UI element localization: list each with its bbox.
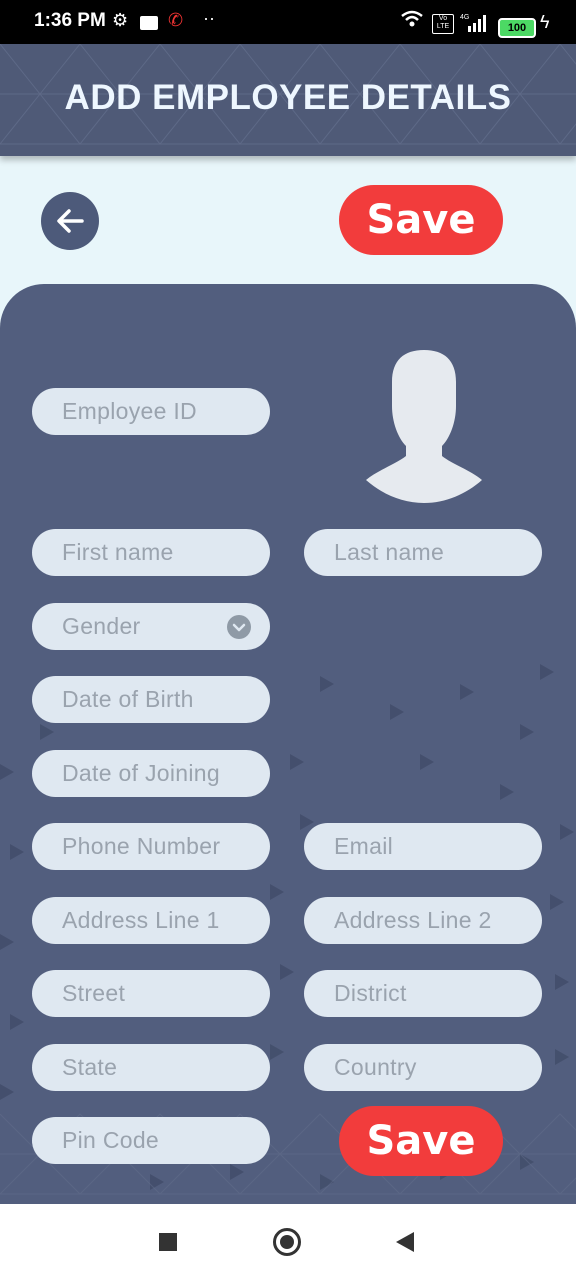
last-name-field[interactable]: Last name	[304, 529, 542, 576]
email-field[interactable]: Email	[304, 823, 542, 870]
home-circle-icon[interactable]	[273, 1228, 301, 1256]
app-header: ADD EMPLOYEE DETAILS	[0, 44, 576, 156]
district-field[interactable]: District	[304, 970, 542, 1017]
save-button-bottom[interactable]: Save	[339, 1106, 503, 1176]
more-dots-icon: ··	[203, 8, 215, 28]
country-field[interactable]: Country	[304, 1044, 542, 1091]
arrow-left-icon	[57, 209, 84, 233]
chevron-down-icon	[227, 615, 251, 639]
employee-id-field[interactable]: Employee ID	[32, 388, 270, 435]
first-name-field[interactable]: First name	[32, 529, 270, 576]
missed-call-icon: ✆	[168, 10, 184, 30]
signal-icon: 4G	[460, 12, 490, 39]
page-title: ADD EMPLOYEE DETAILS	[64, 78, 512, 117]
status-time: 1:36 PM	[34, 10, 106, 31]
gender-select[interactable]: Gender	[32, 603, 270, 650]
status-bar: 1:36 PM ⚙ ✆ ·· Vo LTE 4G 100 ϟ	[0, 0, 576, 44]
wifi-icon	[400, 9, 424, 34]
date-of-birth-field[interactable]: Date of Birth	[32, 676, 270, 723]
street-field[interactable]: Street	[32, 970, 270, 1017]
svg-text:4G: 4G	[460, 14, 469, 21]
recents-square-icon[interactable]	[159, 1233, 177, 1251]
battery-icon: 100	[498, 18, 536, 38]
avatar-placeholder[interactable]	[366, 348, 482, 503]
settings-gear-icon: ⚙	[112, 10, 129, 30]
phone-number-field[interactable]: Phone Number	[32, 823, 270, 870]
state-field[interactable]: State	[32, 1044, 270, 1091]
charging-bolt-icon: ϟ	[540, 12, 550, 32]
back-triangle-icon[interactable]	[394, 1231, 416, 1253]
address-line-1-field[interactable]: Address Line 1	[32, 897, 270, 944]
system-nav-bar	[0, 1204, 576, 1280]
address-line-2-field[interactable]: Address Line 2	[304, 897, 542, 944]
date-of-joining-field[interactable]: Date of Joining	[32, 750, 270, 797]
back-button[interactable]	[41, 192, 99, 250]
message-icon	[140, 16, 158, 30]
volte-icon: Vo LTE	[432, 14, 454, 34]
pin-code-field[interactable]: Pin Code	[32, 1117, 270, 1164]
gender-label: Gender	[62, 613, 141, 639]
save-button-top[interactable]: Save	[339, 185, 503, 255]
